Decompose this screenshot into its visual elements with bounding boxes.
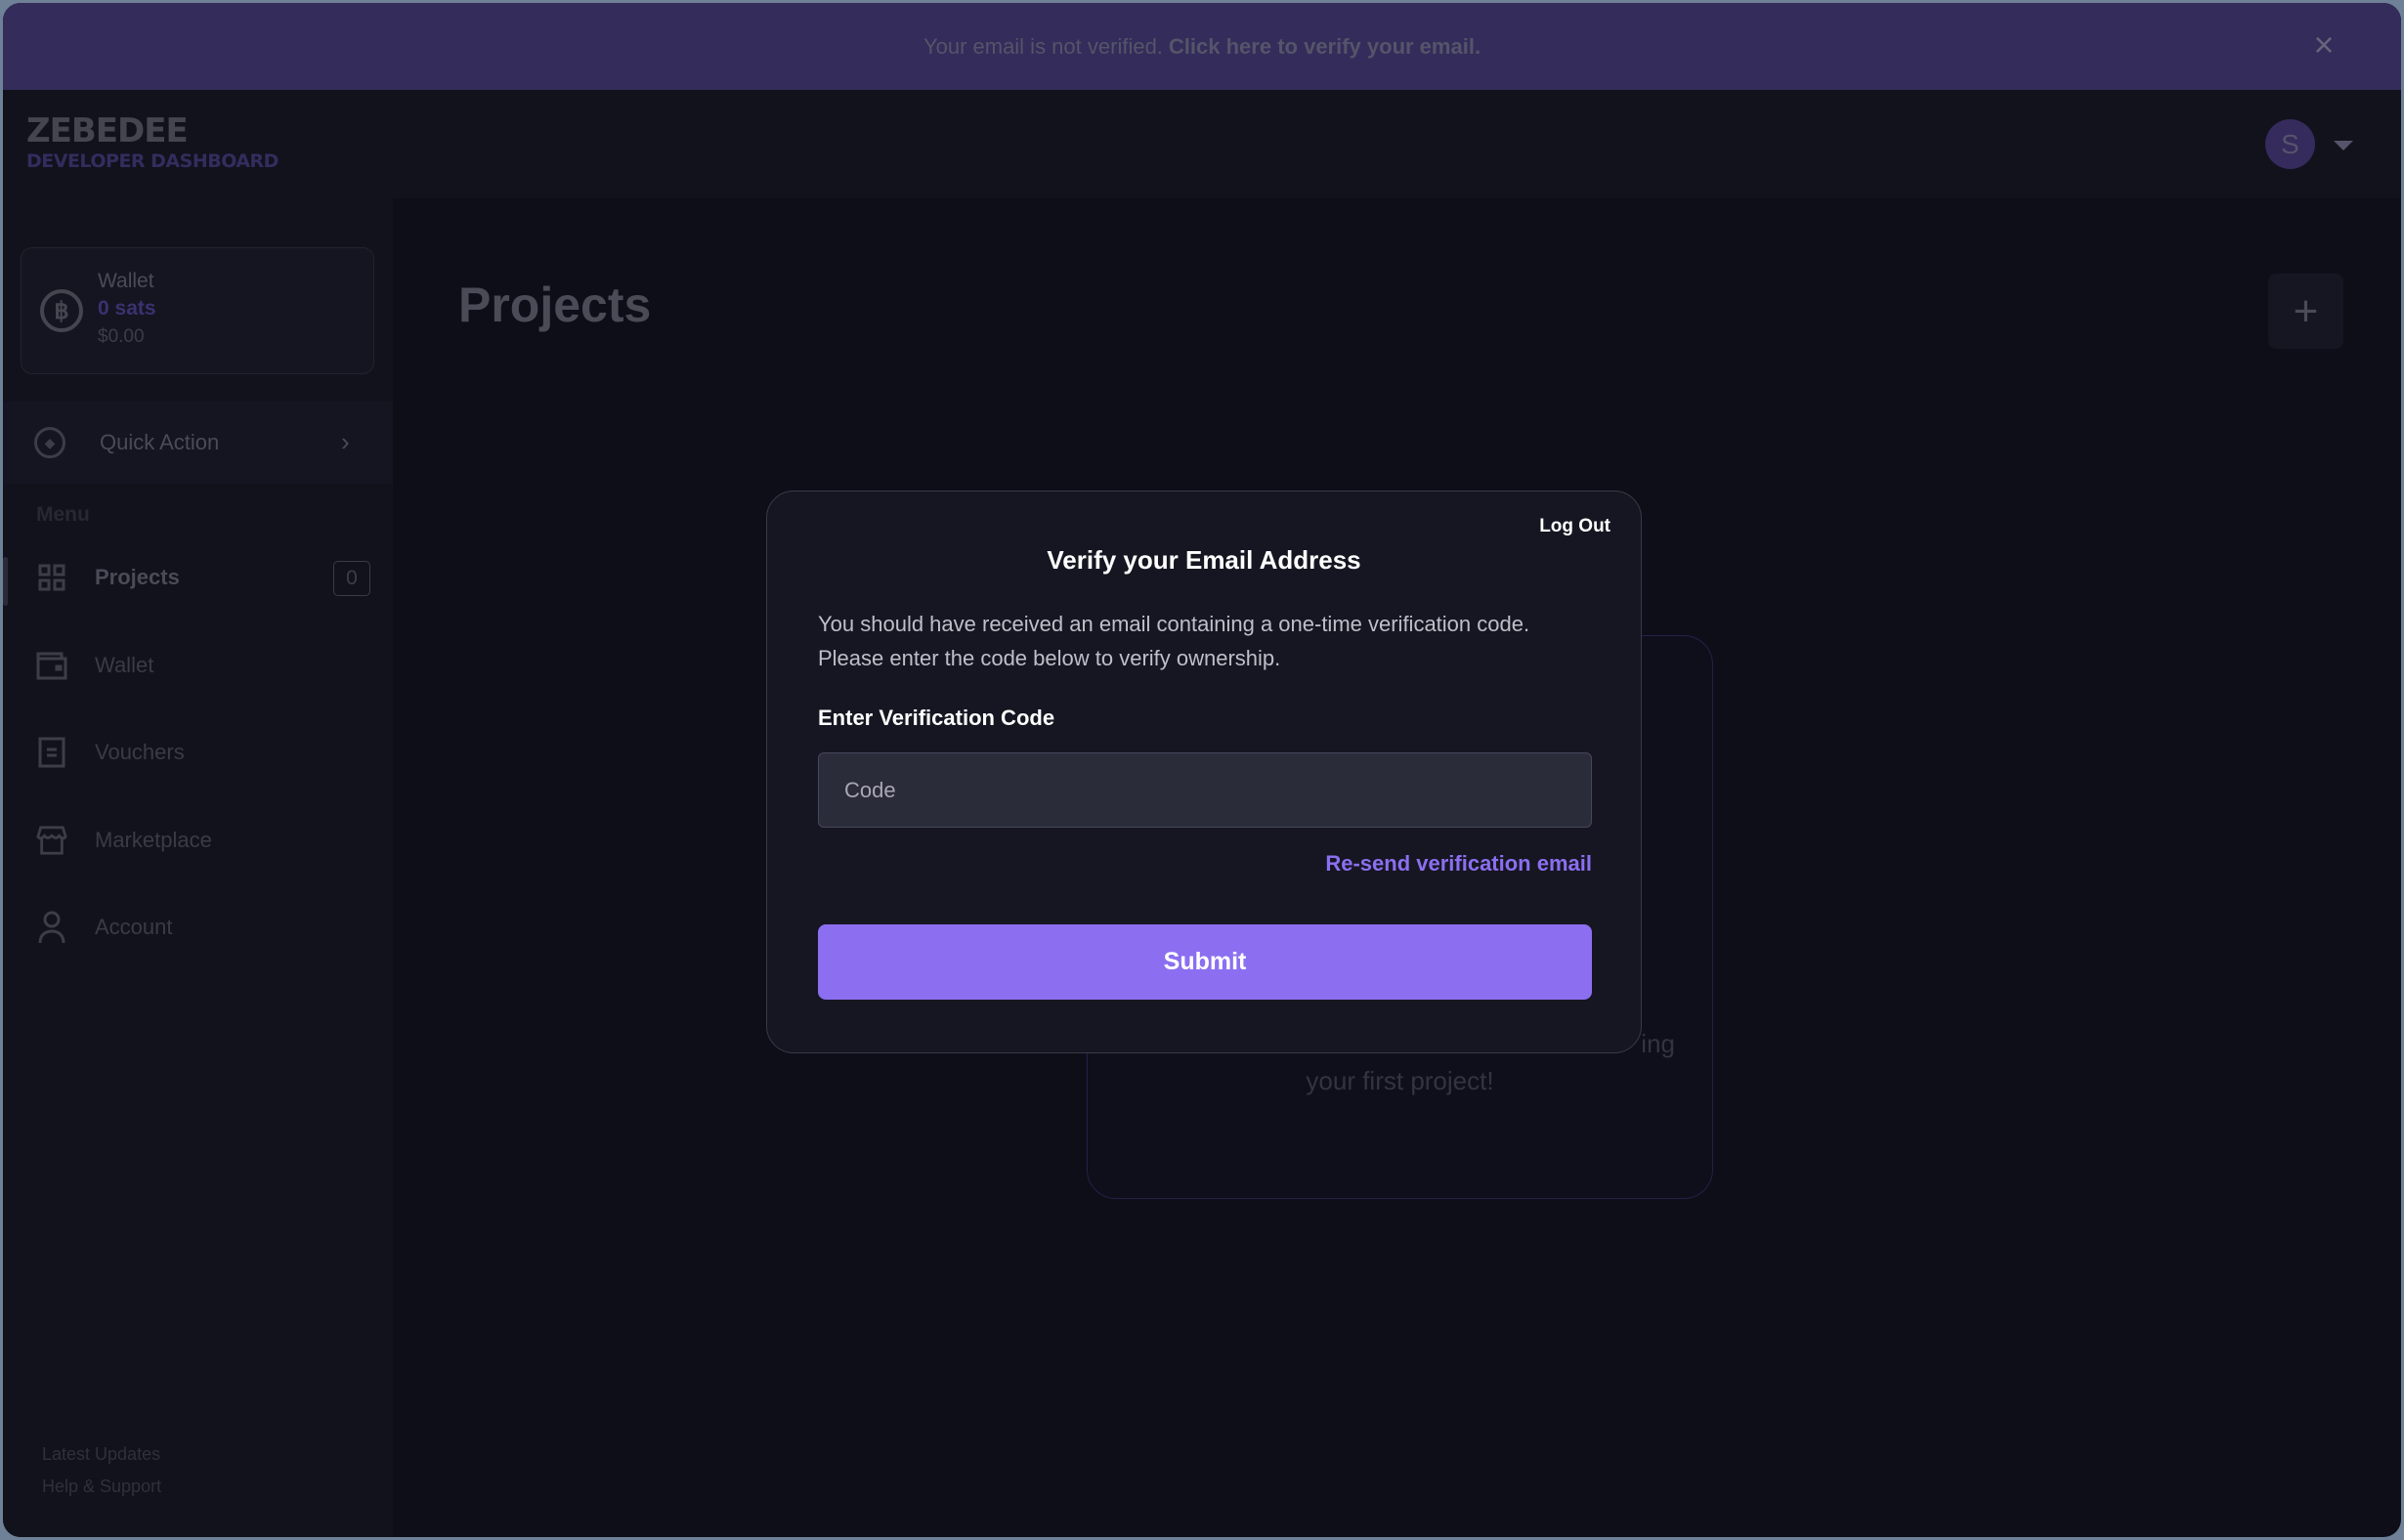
sidebar-item-label: Account <box>95 915 173 939</box>
latest-updates-link[interactable]: Latest Updates <box>42 1444 160 1465</box>
verify-email-banner: Your email is not verified. Click here t… <box>3 3 2401 90</box>
logout-button[interactable]: Log Out <box>1539 516 1610 537</box>
submit-button[interactable]: Submit <box>818 924 1592 1000</box>
verification-code-input[interactable] <box>818 752 1592 828</box>
add-project-button[interactable]: + <box>2268 274 2343 349</box>
sidebar-item-wallet[interactable]: Wallet <box>3 631 393 700</box>
wallet-icon <box>36 650 67 681</box>
wallet-sats: 0 sats <box>98 297 156 320</box>
empty-text-partial: ing <box>1641 1029 1675 1058</box>
logo-wordmark: ZEBEDEE <box>26 111 189 150</box>
wallet-summary-card[interactable]: ฿ Wallet 0 sats $0.00 <box>21 247 374 374</box>
sidebar-item-marketplace[interactable]: Marketplace <box>3 806 393 875</box>
menu-heading: Menu <box>36 503 90 526</box>
modal-title: Verify your Email Address <box>1047 545 1361 575</box>
sidebar-item-label: Projects <box>95 565 180 589</box>
logo[interactable]: ZEBEDEE DEVELOPER DASHBOARD <box>26 113 279 172</box>
wallet-label: Wallet <box>98 270 154 292</box>
chevron-right-icon: › <box>341 427 350 456</box>
wallet-usd: $0.00 <box>98 326 145 347</box>
sidebar: ฿ Wallet 0 sats $0.00 ◆ Quick Action › M… <box>3 198 393 1537</box>
avatar[interactable]: S <box>2265 119 2315 169</box>
projects-count-badge: 0 <box>333 561 370 596</box>
close-icon[interactable]: × <box>2307 27 2340 63</box>
verify-email-link[interactable]: Click here to verify your email. <box>1169 34 1481 60</box>
compass-icon: ◆ <box>34 427 65 458</box>
user-icon <box>36 911 67 944</box>
resend-email-link[interactable]: Re-send verification email <box>1325 851 1592 877</box>
sidebar-item-label: Marketplace <box>95 828 212 852</box>
sidebar-item-vouchers[interactable]: Vouchers <box>3 718 393 787</box>
header: ZEBEDEE DEVELOPER DASHBOARD S <box>3 90 2401 198</box>
banner-text: Your email is not verified. <box>923 33 1163 59</box>
chevron-down-icon[interactable] <box>2334 141 2353 150</box>
voucher-icon <box>36 737 67 768</box>
sidebar-item-label: Vouchers <box>95 740 185 764</box>
grid-icon <box>36 562 67 593</box>
help-support-link[interactable]: Help & Support <box>42 1476 161 1497</box>
logo-subtitle: DEVELOPER DASHBOARD <box>26 150 279 172</box>
sidebar-item-label: Wallet <box>95 653 154 677</box>
quick-action-button[interactable]: ◆ Quick Action › <box>3 402 393 484</box>
empty-text: your first project! <box>1306 1066 1494 1095</box>
code-field-label: Enter Verification Code <box>818 706 1055 730</box>
plus-icon: + <box>2293 286 2319 335</box>
bitcoin-icon: ฿ <box>40 289 83 332</box>
sidebar-item-account[interactable]: Account <box>3 893 393 962</box>
description-line: You should have received an email contai… <box>818 612 1530 636</box>
sidebar-item-projects[interactable]: Projects 0 <box>3 543 393 612</box>
modal-description: You should have received an email contai… <box>818 607 1600 675</box>
verify-email-modal: Log Out Verify your Email Address You sh… <box>766 491 1642 1053</box>
store-icon <box>36 825 67 856</box>
quick-action-label: Quick Action <box>100 430 220 454</box>
page-title: Projects <box>458 278 652 332</box>
app-window: Your email is not verified. Click here t… <box>3 3 2401 1537</box>
description-line: Please enter the code below to verify ow… <box>818 646 1281 670</box>
